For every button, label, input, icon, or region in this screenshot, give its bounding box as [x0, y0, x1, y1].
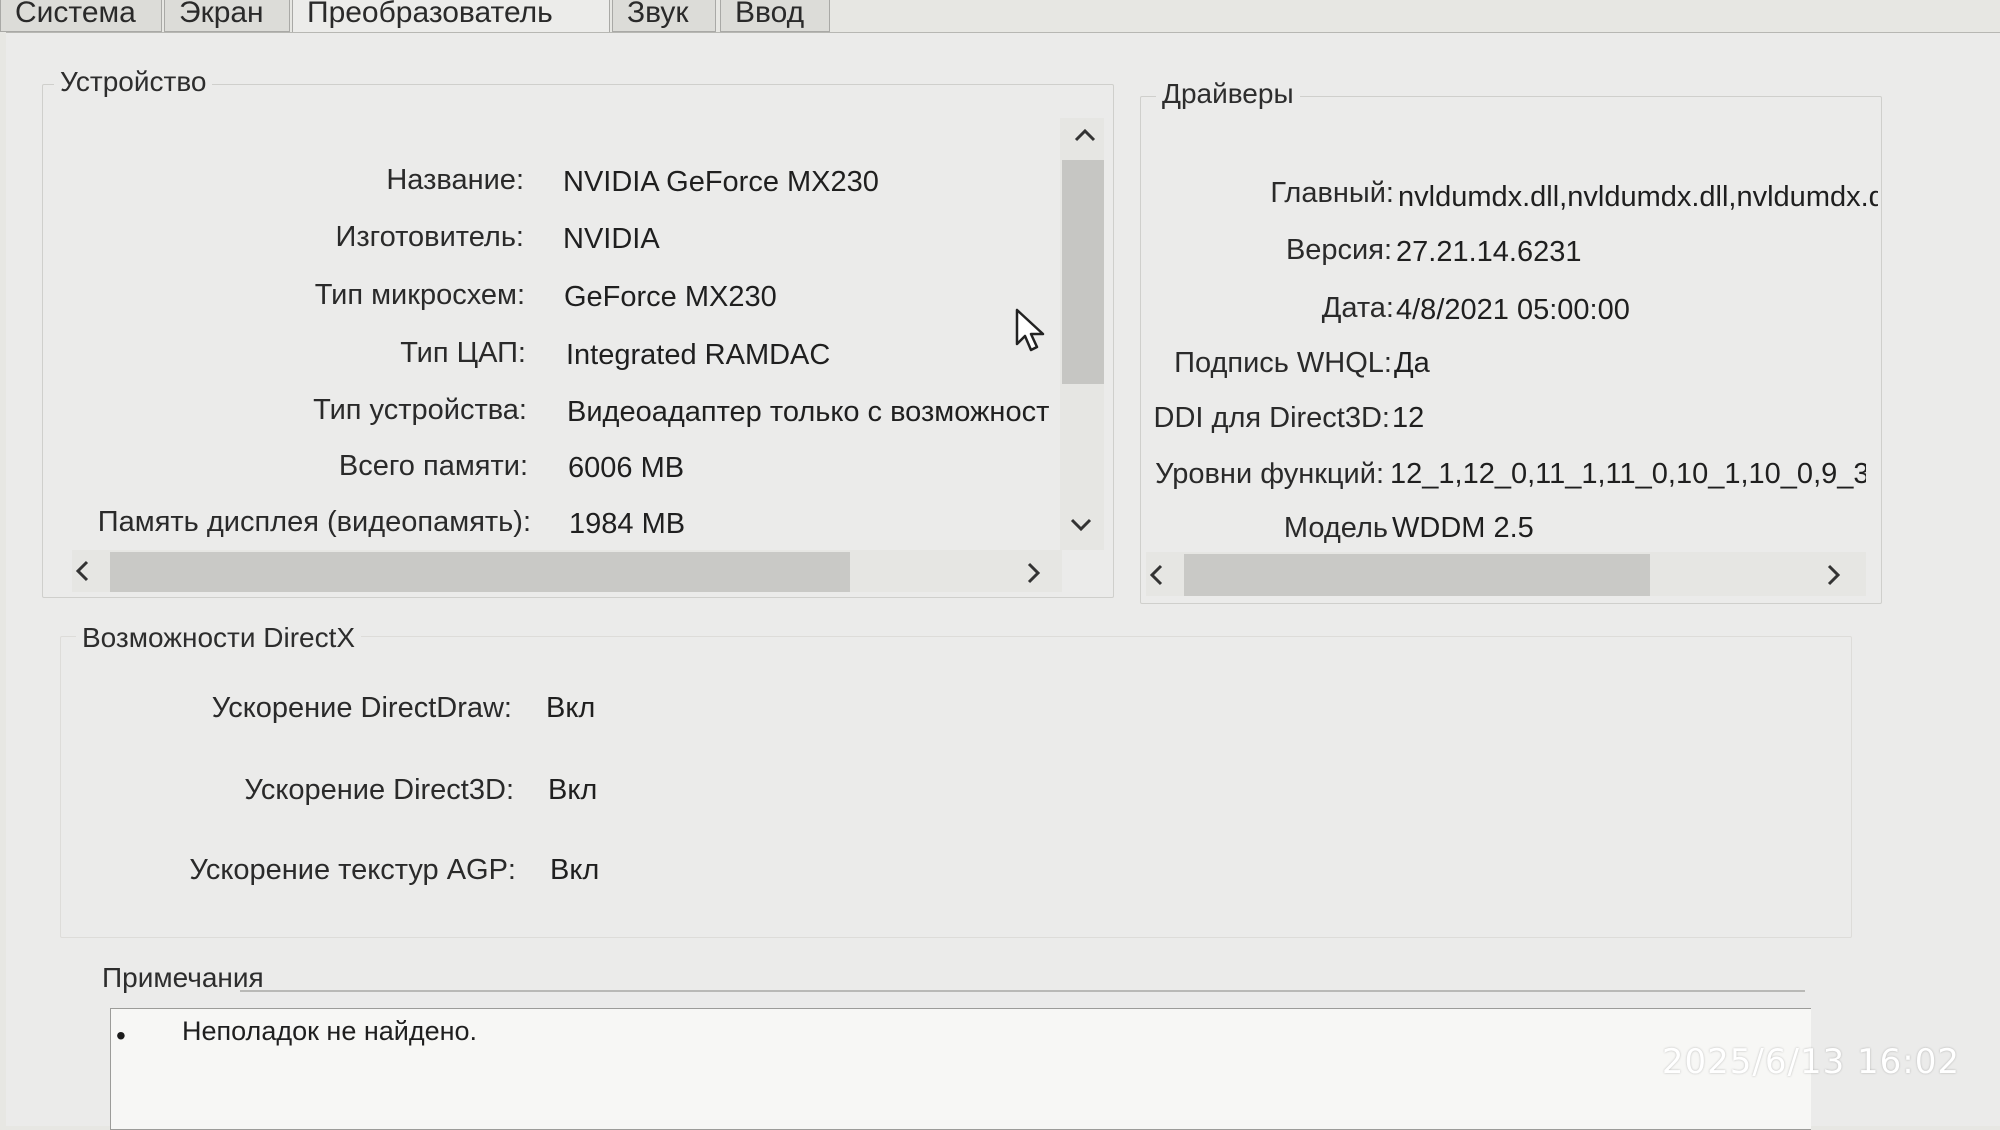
bullet-icon: •: [116, 1020, 126, 1051]
driver-date-label: Дата:: [1321, 292, 1394, 324]
tab-label: Звук: [627, 0, 689, 29]
feature-levels-value: 12_1,12_0,11_1,11_0,10_1,10_0,9_3: [1390, 458, 1866, 490]
display-memory-label: Память дисплея (видеопамять):: [97, 506, 531, 538]
driver-model-label: Модель: [1283, 512, 1388, 544]
whql-signature-value: Да: [1394, 347, 1430, 379]
driver-version-value: 27.21.14.6231: [1396, 236, 1582, 268]
tab-label: Ввод: [735, 0, 805, 29]
main-driver-value: nvldumdx.dll,nvldumdx.dll,nvldumdx.d: [1398, 181, 1878, 213]
whql-signature-label: Подпись WHQL:: [1174, 347, 1392, 379]
main-driver-label: Главный:: [1270, 177, 1394, 209]
mouse-pointer-icon: [1014, 308, 1048, 354]
chevron-left-icon[interactable]: [1140, 558, 1174, 592]
chevron-down-icon[interactable]: [1064, 508, 1098, 542]
tab-label: Система: [15, 0, 136, 29]
ddi-direct3d-label: DDI для Direct3D:: [1153, 402, 1390, 434]
tab-label: Преобразователь: [307, 0, 553, 29]
tab-system[interactable]: Система: [0, 0, 162, 32]
driver-version-label: Версия:: [1285, 234, 1392, 266]
tab-display[interactable]: Экран: [164, 0, 290, 32]
direct3d-acceleration-label: Ускорение Direct3D:: [244, 774, 514, 806]
drivers-horizontal-scroll-thumb[interactable]: [1184, 554, 1650, 596]
tab-bar: Система Экран Преобразователь Звук Ввод: [0, 0, 2000, 38]
driver-model-value: WDDM 2.5: [1392, 512, 1534, 544]
device-name-label: Название:: [386, 164, 524, 196]
tab-sound[interactable]: Звук: [612, 0, 716, 32]
notes-divider: [240, 990, 1805, 992]
feature-levels-label: Уровни функций:: [1155, 458, 1384, 490]
directdraw-acceleration-value: Вкл: [546, 692, 596, 724]
chip-type-label: Тип микросхем:: [314, 279, 525, 311]
tab-label: Экран: [179, 0, 264, 29]
driver-date-value: 4/8/2021 05:00:00: [1396, 294, 1630, 326]
notes-item: Неполадок не найдено.: [182, 1016, 478, 1046]
direct3d-acceleration-value: Вкл: [548, 774, 598, 806]
device-type-label: Тип устройства:: [313, 394, 527, 426]
agp-texture-acceleration-value: Вкл: [550, 854, 600, 886]
directx-group-title: Возможности DirectX: [76, 622, 362, 654]
device-group-title: Устройство: [54, 66, 213, 98]
directdraw-acceleration-label: Ускорение DirectDraw:: [211, 692, 512, 724]
device-vertical-scroll-thumb[interactable]: [1062, 160, 1104, 384]
tab-input[interactable]: Ввод: [720, 0, 830, 32]
chevron-right-icon[interactable]: [1016, 556, 1050, 590]
drivers-group-title: Драйверы: [1156, 78, 1300, 110]
total-memory-label: Всего памяти:: [338, 450, 528, 482]
manufacturer-value: NVIDIA: [563, 223, 660, 255]
display-memory-value: 1984 MB: [569, 508, 686, 540]
agp-texture-acceleration-label: Ускорение текстур AGP:: [189, 854, 516, 886]
chevron-up-icon[interactable]: [1068, 118, 1102, 152]
chevron-left-icon[interactable]: [66, 554, 100, 588]
device-horizontal-scroll-thumb[interactable]: [110, 552, 850, 592]
manufacturer-label: Изготовитель:: [335, 221, 524, 253]
chip-type-value: GeForce MX230: [564, 281, 777, 313]
device-type-value: Видеоадаптер только с возможност: [567, 396, 1050, 428]
chevron-right-icon[interactable]: [1816, 558, 1850, 592]
ddi-direct3d-value: 12: [1392, 402, 1425, 434]
dac-type-label: Тип ЦАП:: [400, 337, 526, 369]
total-memory-value: 6006 MB: [568, 452, 685, 484]
dac-type-value: Integrated RAMDAC: [566, 339, 831, 371]
photo-timestamp: 2025/6/13 16:02: [1661, 1042, 1960, 1082]
device-name-value: NVIDIA GeForce MX230: [563, 166, 879, 198]
